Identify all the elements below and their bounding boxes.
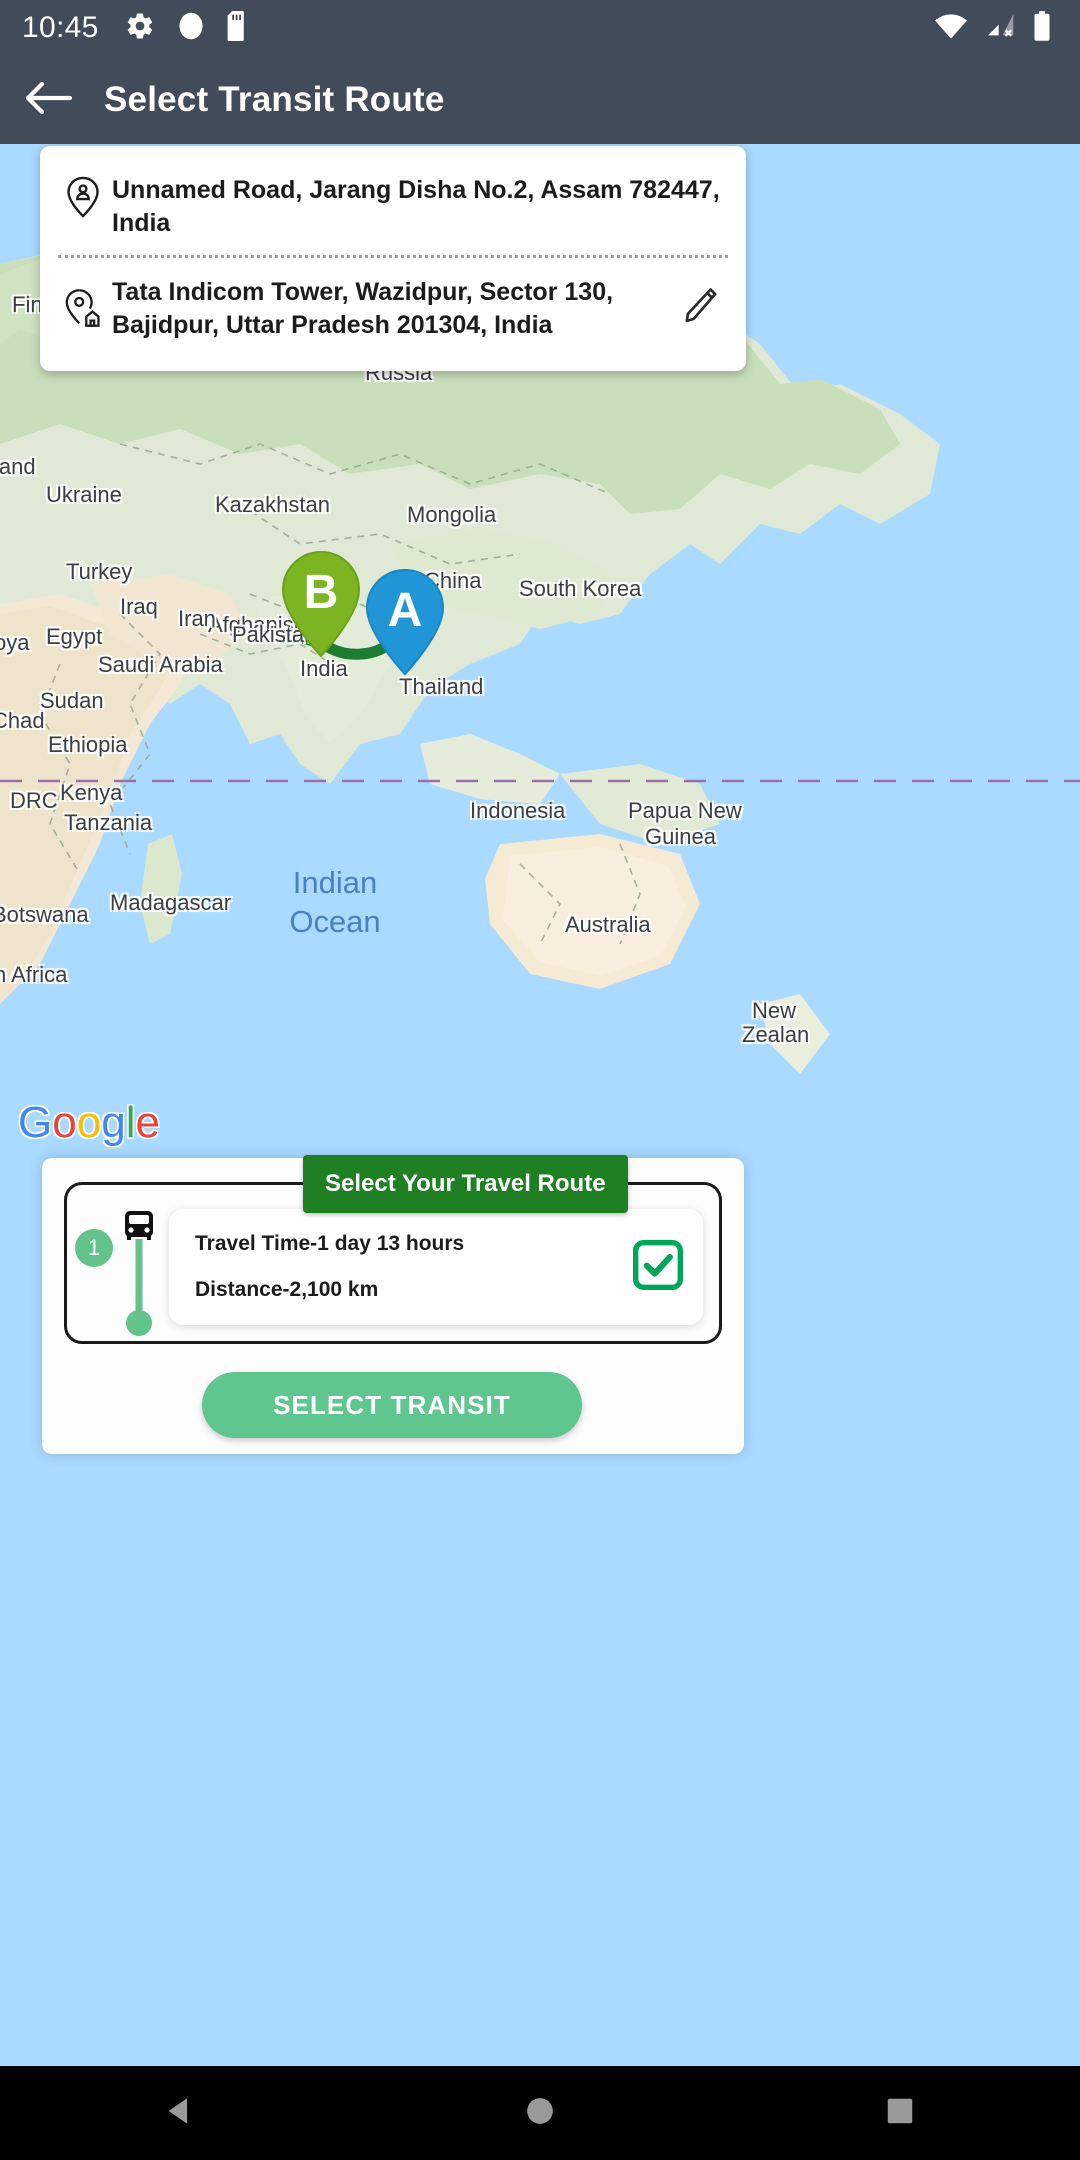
google-letter-l: l <box>125 1098 136 1147</box>
app-screen: FinlandRussialandUkraineKazakhstanMongol… <box>0 0 1080 2160</box>
arrow-left-icon <box>22 79 74 122</box>
app-bar: Select Transit Route <box>0 56 1080 144</box>
gear-icon <box>125 11 155 46</box>
nav-home-button[interactable] <box>480 2066 600 2160</box>
select-travel-route-badge: Select Your Travel Route <box>303 1155 628 1213</box>
checkbox-checked-icon <box>631 1238 685 1297</box>
svg-text:B: B <box>304 566 339 619</box>
google-letter-o2: o <box>76 1098 102 1147</box>
person-pin-icon <box>60 174 106 218</box>
edit-address-button[interactable] <box>670 285 730 332</box>
battery-icon <box>1032 10 1052 46</box>
route-timeline <box>117 1211 161 1336</box>
route-option-card[interactable]: Select Your Travel Route 1 Travel Time-1… <box>64 1155 722 1344</box>
circle-home-icon <box>526 2097 554 2130</box>
status-right-icons <box>934 10 1058 46</box>
route-select-checkbox[interactable] <box>627 1236 689 1298</box>
wifi-icon <box>934 12 968 45</box>
destination-address-text: Tata Indicom Tower, Wazidpur, Sector 130… <box>112 278 614 339</box>
route-detail-text: Travel Time-1 day 13 hours Distance-2,10… <box>195 1232 627 1302</box>
triangle-back-icon <box>163 2094 197 2133</box>
google-letter-g: g <box>101 1098 126 1147</box>
origin-address-row[interactable]: Unnamed Road, Jarang Disha No.2, Assam 7… <box>40 152 746 255</box>
nav-recents-button[interactable] <box>840 2066 960 2160</box>
address-card: Unnamed Road, Jarang Disha No.2, Assam 7… <box>40 146 746 371</box>
google-letter-o1: o <box>52 1098 77 1147</box>
pencil-icon <box>680 285 720 332</box>
destination-marker[interactable]: B <box>278 548 364 660</box>
sd-card-icon <box>227 10 249 46</box>
travel-time-label: Travel Time-1 day 13 hours <box>195 1232 465 1255</box>
status-left-icons <box>125 10 249 46</box>
status-time: 10:45 <box>22 11 99 44</box>
origin-marker[interactable]: A <box>362 566 448 678</box>
distance-label: Distance-2,100 km <box>195 1278 379 1301</box>
system-navigation-bar <box>0 2066 1080 2160</box>
home-pin-icon <box>60 286 106 332</box>
square-recents-icon <box>886 2097 914 2130</box>
origin-address-text: Unnamed Road, Jarang Disha No.2, Assam 7… <box>112 176 720 237</box>
status-bar: 10:45 <box>0 0 1080 56</box>
svg-text:A: A <box>388 584 423 637</box>
select-transit-button[interactable]: SELECT TRANSIT <box>202 1372 582 1438</box>
cellular-off-icon <box>984 12 1016 45</box>
destination-address-row[interactable]: Tata Indicom Tower, Wazidpur, Sector 130… <box>40 258 746 363</box>
bus-icon <box>125 1211 153 1240</box>
page-title: Select Transit Route <box>104 80 445 119</box>
google-logo: Google <box>18 1098 160 1148</box>
back-button[interactable] <box>0 56 96 144</box>
google-letter-G: G <box>18 1098 53 1147</box>
transit-options-sheet: Select Your Travel Route 1 Travel Time-1… <box>42 1155 744 1454</box>
nav-back-button[interactable] <box>120 2066 240 2160</box>
google-letter-e: e <box>135 1098 160 1147</box>
route-detail-card[interactable]: Travel Time-1 day 13 hours Distance-2,10… <box>169 1209 703 1325</box>
circle-icon <box>177 11 205 46</box>
route-step-number: 1 <box>75 1229 113 1267</box>
